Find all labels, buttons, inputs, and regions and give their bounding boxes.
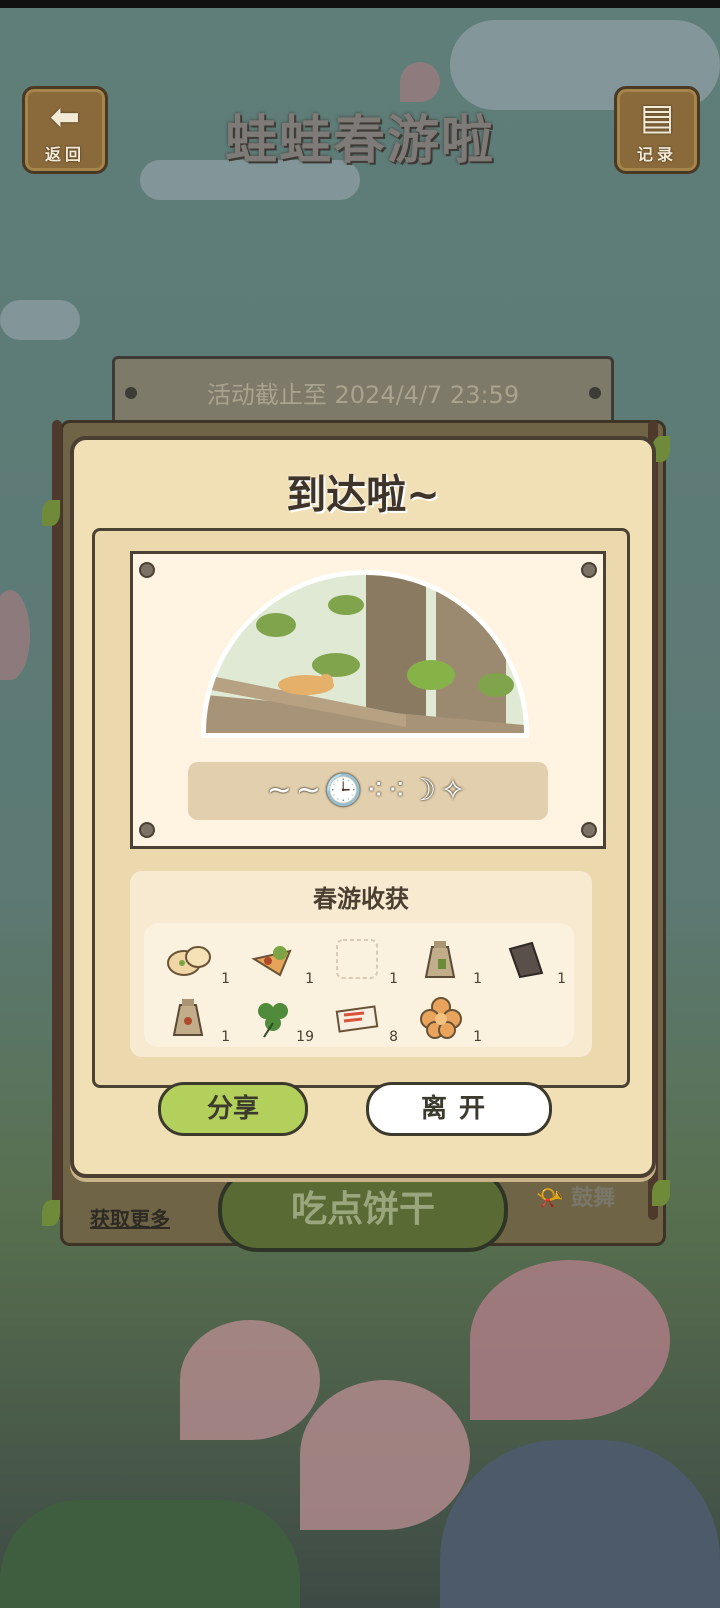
item-count: 1 [221,1029,230,1045]
eat-cookie-label: 吃点饼干 [290,1189,435,1230]
ticket-icon [335,1005,379,1033]
eat-cookie-button[interactable]: 吃点饼干 [218,1168,508,1252]
trip-status-strip: ~~🕒⁖⁖☽✧ [188,762,548,820]
nail-icon [125,387,137,399]
vine-decoration [52,420,62,1220]
flower-decoration [300,1380,470,1530]
nail-icon [589,387,601,399]
flower-cookie-icon [420,997,462,1039]
nail-icon [139,562,155,578]
item-count: 19 [296,1029,314,1045]
harvest-title: 春游收获 [313,885,409,913]
harvest-item: 1 [156,931,236,987]
share-button[interactable]: 分享 [158,1082,308,1136]
item-count: 1 [557,971,566,987]
clover-icon [258,1003,288,1038]
wood-icon [508,941,544,979]
dialog-inner-frame: ~~🕒⁖⁖☽✧ 春游收获 1 1 1 1 1 1 19 8 1 [92,528,630,1088]
leaf-icon [42,1200,60,1226]
item-count: 1 [221,971,230,987]
arrow-left-icon: ⬅ [49,97,81,138]
sack-icon [172,999,204,1036]
bag-icon [424,941,456,978]
harvest-item: 1 [324,931,404,987]
item-count: 8 [389,1029,398,1045]
item-count: 1 [473,971,482,987]
nail-icon [139,822,155,838]
harvest-item: 1 [240,931,320,987]
nail-icon [581,822,597,838]
calendar-icon: ▤ [639,97,674,138]
harvest-item: 1 [492,931,572,987]
flower-decoration [180,1320,320,1440]
harvest-item: 19 [240,989,320,1045]
cloud-decoration [0,300,80,340]
photo-card: ~~🕒⁖⁖☽✧ [130,551,606,849]
veggie-pie-icon [251,946,292,977]
harvest-item: 1 [408,989,488,1045]
dialog-title: 到达啦~ [286,472,440,518]
leaf-icon [652,1180,670,1206]
arrival-dialog: 到达啦~ ~~🕒⁖⁖☽✧ 春游收获 1 1 1 1 1 1 19 8 1 分享 … [70,436,656,1178]
get-more-link[interactable]: 获取更多 [90,1203,170,1232]
encourage-label: 鼓舞 [571,1186,616,1211]
harvest-item: 1 [156,989,236,1045]
status-bar [0,0,720,8]
leaf-icon [42,500,60,526]
back-button[interactable]: ⬅ 返回 [22,86,108,174]
item-count: 1 [473,1029,482,1045]
item-count: 1 [305,971,314,987]
bread-icon [167,946,211,976]
flower-decoration [470,1260,670,1420]
deadline-text: 活动截止至 2024/4/7 23:59 [206,381,520,409]
harvest-item: 1 [408,931,488,987]
record-label: 记录 [636,145,677,164]
record-button[interactable]: ▤ 记录 [614,86,700,174]
nail-icon [581,562,597,578]
foliage-decoration [0,1500,300,1608]
harvest-box: 春游收获 1 1 1 1 1 1 19 8 1 [130,871,592,1057]
leave-button[interactable]: 离开 [366,1082,552,1136]
horn-icon: 📯 [536,1186,564,1211]
back-label: 返回 [44,145,85,164]
forest-frog-scene-icon [206,575,524,733]
empty-slot [336,939,378,979]
harvest-item: 8 [324,989,404,1045]
item-count: 1 [389,971,398,987]
encourage-button[interactable]: 📯 鼓舞 [536,1180,615,1212]
trip-photo [201,570,529,738]
page-title: 蛙蛙春游啦 [224,111,495,171]
harvest-item-grid: 1 1 1 1 1 1 19 8 1 [144,923,574,1047]
petal-decoration [400,62,440,102]
